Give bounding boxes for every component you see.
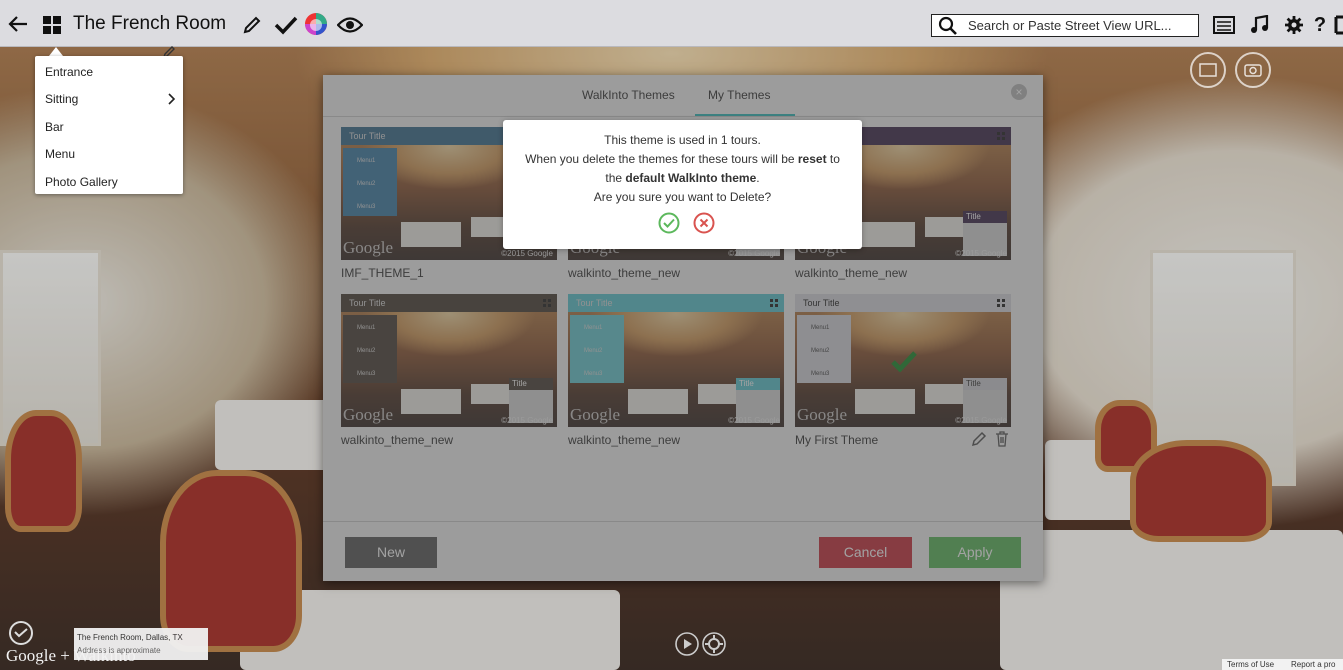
confirm-line-reset: When you delete the themes for these tou… <box>525 152 840 166</box>
search-icon <box>938 16 958 39</box>
confirm-line-default: the default WalkInto theme. <box>605 171 760 185</box>
list-icon[interactable] <box>1211 13 1237 37</box>
scene-menu-item-photo-gallery[interactable]: Photo Gallery <box>45 175 118 189</box>
camera-icon[interactable] <box>1235 52 1271 88</box>
menu-pointer <box>49 47 63 56</box>
delete-confirm-dialog: This theme is used in 1 tours. When you … <box>503 120 862 249</box>
scene-menu-item-sitting[interactable]: Sitting <box>45 92 78 106</box>
tour-settings-gear-icon[interactable] <box>701 631 727 660</box>
search-input[interactable] <box>968 17 1192 34</box>
footer-links: Terms of Use Report a pro <box>1222 659 1343 670</box>
walkinto-logo-icon <box>8 620 34 649</box>
eye-preview-icon[interactable] <box>336 13 364 37</box>
scene-menu-item-bar[interactable]: Bar <box>45 120 64 134</box>
attribution-place: The French Room, Dallas, TX <box>77 633 183 642</box>
pencil-icon[interactable] <box>240 13 264 37</box>
scene-menu: Entrance Sitting Bar Menu Photo Gallery <box>35 56 183 194</box>
report-problem-link[interactable]: Report a pro <box>1291 660 1335 669</box>
street-view-search-box[interactable] <box>931 14 1199 37</box>
help-icon[interactable]: ? <box>1312 12 1328 38</box>
info-panel-icon[interactable] <box>1190 52 1226 88</box>
scene-menu-item-menu[interactable]: Menu <box>45 147 75 161</box>
play-tour-icon[interactable] <box>674 631 700 660</box>
tour-title: The French Room <box>73 13 227 34</box>
checkmark-icon[interactable] <box>272 13 300 37</box>
confirm-yes-icon[interactable] <box>658 212 680 237</box>
settings-gear-icon[interactable] <box>1282 13 1306 37</box>
fullscreen-icon[interactable] <box>1334 14 1343 36</box>
back-arrow-icon[interactable] <box>6 12 30 36</box>
scene-menu-item-entrance[interactable]: Entrance <box>45 65 93 79</box>
top-toolbar: The French Room ? <box>0 0 1343 47</box>
scenes-grid-icon[interactable] <box>41 14 63 36</box>
chevron-right-icon <box>168 93 176 108</box>
music-icon[interactable] <box>1248 13 1272 37</box>
confirm-question: Are you sure you want to Delete? <box>593 190 772 204</box>
google-walkinto-brand: Google + Walkinto <box>6 646 136 665</box>
confirm-no-icon[interactable] <box>693 212 715 237</box>
theme-palette-icon[interactable] <box>304 12 328 36</box>
confirm-line-usage: This theme is used in 1 tours. <box>604 133 761 147</box>
terms-of-use-link[interactable]: Terms of Use <box>1227 660 1274 669</box>
